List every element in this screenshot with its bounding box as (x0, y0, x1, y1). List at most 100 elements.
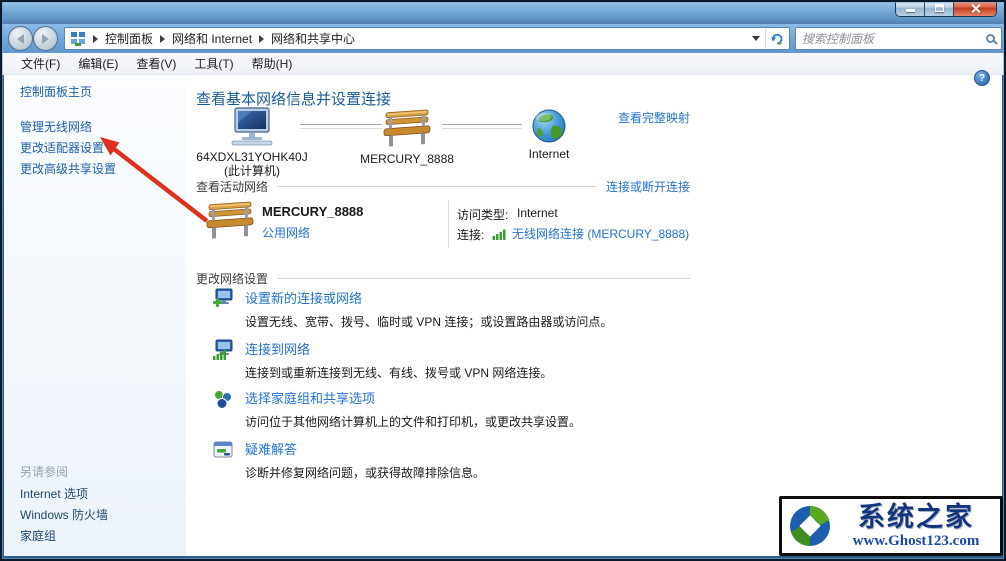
minimize-button[interactable] (896, 0, 925, 16)
watermark-banner: 系统之家 www.Ghost123.com (779, 496, 1003, 556)
wireless-signal-icon (492, 227, 507, 246)
refresh-button[interactable] (766, 29, 787, 48)
window-body: 控制面板主页 管理无线网络 更改适配器设置 更改高级共享设置 另请参阅 Inte… (4, 75, 1002, 556)
task-connect-to-network: 连接到网络 连接到或重新连接到无线、有线、拨号或 VPN 网络连接。 (212, 339, 552, 381)
back-button[interactable] (8, 26, 33, 51)
connect-network-icon (213, 339, 233, 360)
change-settings-header-row: 更改网络设置 (196, 270, 690, 287)
task-text: 设置新的连接或网络 设置无线、宽带、拨号、临时或 VPN 连接；或设置路由器或访… (245, 288, 612, 330)
breadcrumb-control-panel[interactable]: 控制面板 (105, 30, 153, 47)
address-dropdown-button[interactable] (747, 29, 765, 48)
map-node-computer[interactable]: 64XDXL31YOHK40J (此计算机) (196, 107, 308, 178)
refresh-icon (770, 33, 782, 45)
wireless-connection-link[interactable]: 无线网络连接 (MERCURY_8888) (512, 225, 689, 242)
task-troubleshoot: 疑难解答 诊断并修复网络问题，或获得故障排除信息。 (212, 439, 485, 481)
search-box[interactable] (795, 27, 1002, 50)
search-input[interactable] (802, 31, 982, 46)
close-button[interactable] (954, 0, 996, 16)
breadcrumb-network-sharing-center[interactable]: 网络和共享中心 (271, 30, 355, 47)
change-settings-header: 更改网络设置 (196, 272, 269, 286)
network-sharing-center-window: 控制面板 网络和 Internet 网络和共享中心 文件(F) 编辑(E) (0, 0, 1006, 561)
map-connector-line (442, 124, 522, 129)
menu-view[interactable]: 查看(V) (127, 52, 185, 75)
menu-edit[interactable]: 编辑(E) (69, 52, 127, 75)
caption-buttons (895, 0, 997, 17)
minimize-icon (905, 8, 915, 12)
troubleshoot-desc: 诊断并修复网络问题，或获得故障排除信息。 (245, 466, 486, 480)
public-network-link[interactable]: 公用网络 (262, 224, 310, 241)
setup-new-connection-link[interactable]: 设置新的连接或网络 (245, 288, 612, 307)
title-bar[interactable] (0, 0, 1006, 24)
homegroup-options-desc: 访问位于其他网络计算机上的文件和打印机，或更改共享设置。 (245, 415, 582, 429)
task-text: 连接到网络 连接到或重新连接到无线、有线、拨号或 VPN 网络连接。 (245, 339, 552, 381)
troubleshoot-icon (213, 441, 233, 458)
sidebar-item-windows-firewall[interactable]: Windows 防火墙 (20, 506, 108, 523)
connect-disconnect-link[interactable]: 连接或断开连接 (606, 178, 690, 195)
breadcrumb-arrow-icon (259, 34, 265, 43)
network-name-label: MERCURY_8888 (360, 152, 454, 166)
setup-new-connection-desc: 设置无线、宽带、拨号、临时或 VPN 连接；或设置路由器或访问点。 (245, 315, 613, 329)
active-networks-header-row: 查看活动网络 连接或断开连接 (196, 178, 690, 195)
access-type-label: 访问类型: (457, 208, 509, 222)
connect-to-network-link[interactable]: 连接到网络 (245, 339, 552, 358)
homegroup-icon (214, 390, 232, 409)
connections-label: 连接: (457, 228, 485, 242)
see-also-header: 另请参阅 (20, 465, 69, 479)
section-rule (278, 186, 596, 187)
forward-button[interactable] (33, 26, 58, 51)
help-icon: ? (978, 72, 986, 84)
task-homegroup-options: 选择家庭组和共享选项 访问位于其他网络计算机上的文件和打印机，或更改共享设置。 (212, 388, 581, 430)
menu-bar: 文件(F) 编辑(E) 查看(V) 工具(T) 帮助(H) (0, 53, 1006, 75)
back-icon (17, 33, 24, 44)
maximize-button[interactable] (925, 0, 954, 16)
breadcrumb-arrow-icon (160, 34, 166, 43)
connect-to-network-desc: 连接到或重新连接到无线、有线、拨号或 VPN 网络连接。 (245, 366, 553, 380)
sidebar: 控制面板主页 管理无线网络 更改适配器设置 更改高级共享设置 另请参阅 Inte… (4, 75, 186, 556)
breadcrumb-network-internet[interactable]: 网络和 Internet (172, 30, 252, 47)
help-button[interactable]: ? (974, 70, 990, 86)
map-node-internet[interactable]: Internet (526, 108, 572, 161)
watermark-url: www.Ghost123.com (852, 532, 980, 549)
sidebar-item-advanced-sharing[interactable]: 更改高级共享设置 (20, 160, 116, 177)
bench-network-icon (206, 201, 254, 240)
menu-tools[interactable]: 工具(T) (185, 52, 242, 75)
section-rule (278, 278, 690, 279)
maximize-icon (934, 4, 944, 12)
chevron-down-icon (752, 36, 760, 41)
bench-network-icon (383, 109, 431, 148)
map-connector-line (300, 124, 382, 129)
sidebar-item-manage-wireless[interactable]: 管理无线网络 (20, 118, 92, 135)
homegroup-options-link[interactable]: 选择家庭组和共享选项 (245, 388, 581, 407)
navigation-bar: 控制面板 网络和 Internet 网络和共享中心 (0, 24, 1006, 53)
network-location-icon (71, 31, 85, 46)
search-icon (986, 34, 995, 43)
address-bar[interactable]: 控制面板 网络和 Internet 网络和共享中心 (64, 27, 790, 50)
close-icon (970, 3, 981, 14)
menu-file[interactable]: 文件(F) (12, 52, 69, 75)
active-network-name: MERCURY_8888 (262, 204, 364, 219)
forward-icon (42, 33, 49, 44)
task-text: 疑难解答 诊断并修复网络问题，或获得故障排除信息。 (245, 439, 485, 481)
sidebar-item-control-panel-home[interactable]: 控制面板主页 (20, 83, 92, 100)
page-title: 查看基本网络信息并设置连接 (196, 91, 392, 108)
task-text: 选择家庭组和共享选项 访问位于其他网络计算机上的文件和打印机，或更改共享设置。 (245, 388, 581, 430)
see-full-map-link[interactable]: 查看完整映射 (618, 109, 690, 126)
ghost123-logo-icon (790, 506, 830, 546)
globe-icon (532, 109, 566, 143)
sidebar-item-change-adapter-settings[interactable]: 更改适配器设置 (20, 139, 104, 156)
watermark-text: 系统之家 www.Ghost123.com (837, 501, 995, 549)
task-setup-new-connection: 设置新的连接或网络 设置无线、宽带、拨号、临时或 VPN 连接；或设置路由器或访… (212, 288, 612, 330)
menu-help[interactable]: 帮助(H) (243, 52, 302, 75)
active-networks-header: 查看活动网络 (196, 180, 269, 194)
troubleshoot-link[interactable]: 疑难解答 (245, 439, 485, 458)
watermark-title: 系统之家 (858, 501, 974, 532)
sidebar-item-internet-options[interactable]: Internet 选项 (20, 485, 88, 502)
access-type-value: Internet (517, 206, 558, 220)
new-connection-icon (213, 288, 233, 307)
sidebar-item-homegroup[interactable]: 家庭组 (20, 527, 56, 544)
active-card-divider (448, 200, 449, 248)
map-node-network[interactable]: MERCURY_8888 (360, 109, 454, 166)
main-content: 查看基本网络信息并设置连接 64XDXL31YOHK40J (此计算机) MER… (186, 75, 1002, 556)
breadcrumb-arrow-icon (93, 34, 98, 43)
computer-icon (231, 107, 273, 146)
